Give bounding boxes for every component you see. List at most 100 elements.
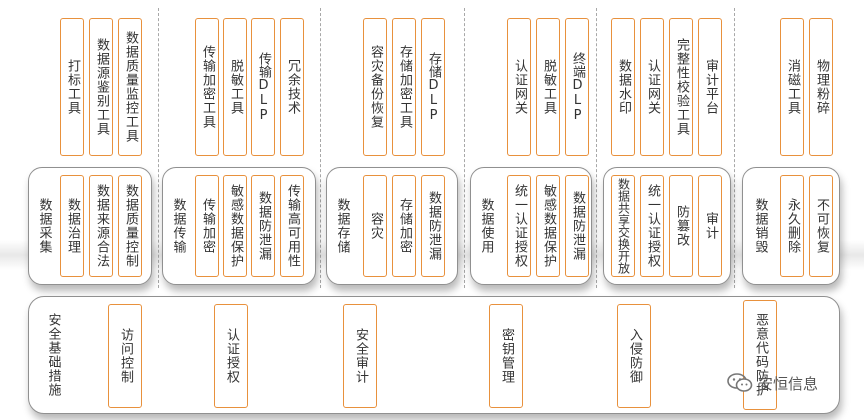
control-label: 数据质量控制: [123, 184, 138, 268]
foundation-item-label: 访问控制: [118, 328, 133, 384]
foundation-item: 访问控制: [108, 304, 142, 408]
tool-label: 认证网关: [645, 59, 660, 115]
control-label: 不可恢复: [814, 198, 829, 254]
phase-label: 数据使用: [478, 198, 494, 254]
control-box: 统一认证授权: [507, 175, 531, 277]
tool-box: 存储加密工具: [392, 18, 416, 156]
control-label: 数据治理: [65, 198, 80, 254]
tool-label: 冗余技术: [285, 59, 300, 115]
foundation-item: 认证授权: [214, 304, 248, 408]
tool-label: 存储DLP: [426, 51, 441, 123]
control-label: 数据防泄漏: [570, 191, 585, 261]
foundation-panel: [28, 296, 840, 414]
tool-label: 数据源鉴别工具: [94, 38, 109, 136]
control-label: 数据来源合法: [94, 184, 109, 268]
tool-label: 终端DLP: [570, 51, 585, 123]
foundation-label: 安全基础措施: [45, 313, 61, 397]
tool-label: 认证网关: [512, 59, 527, 115]
control-label: 敏感数据保护: [228, 184, 243, 268]
tool-box: 冗余技术: [280, 18, 304, 156]
phase-label: 数据存储: [334, 198, 350, 254]
phase-label: 数据采集: [36, 198, 52, 254]
control-box: 防篡改: [669, 175, 693, 277]
control-box: 数据共享交换开放: [611, 175, 635, 277]
watermark-text: 安恒信息: [758, 374, 819, 393]
tool-label: 传输DLP: [256, 51, 271, 123]
control-label: 传输加密: [200, 198, 215, 254]
control-box: 数据来源合法: [89, 175, 113, 277]
tool-box: 认证网关: [507, 18, 531, 156]
tool-box: 传输DLP: [251, 18, 275, 156]
tool-label: 数据水印: [616, 59, 631, 115]
control-label: 统一认证授权: [512, 184, 527, 268]
tool-label: 传输加密工具: [200, 45, 215, 129]
control-box: 不可恢复: [809, 175, 833, 277]
control-box: 数据防泄漏: [421, 175, 445, 277]
control-box: 容灾: [363, 175, 387, 277]
tool-label: 物理粉碎: [814, 59, 829, 115]
control-label: 容灾: [368, 212, 383, 240]
control-label: 数据防泄漏: [256, 191, 271, 261]
foundation-item-label: 安全审计: [353, 328, 368, 384]
tool-box: 数据质量监控工具: [118, 18, 142, 156]
control-label: 永久删除: [785, 198, 800, 254]
foundation-item-label: 密钥管理: [499, 328, 514, 384]
column-divider: [596, 8, 597, 288]
control-box: 数据防泄漏: [251, 175, 275, 277]
phase-label: 数据传输: [170, 198, 186, 254]
tool-box: 打标工具: [60, 18, 84, 156]
tool-label: 完整性校验工具: [674, 38, 689, 136]
control-label: 防篡改: [674, 205, 689, 247]
control-label: 敏感数据保护: [541, 184, 556, 268]
control-box: 敏感数据保护: [223, 175, 247, 277]
tool-box: 存储DLP: [421, 18, 445, 156]
control-label: 审计: [703, 212, 718, 240]
control-box: 统一认证授权: [640, 175, 664, 277]
tool-label: 脱敏工具: [541, 59, 556, 115]
control-label: 数据防泄漏: [426, 191, 441, 261]
control-label: 数据共享交换开放: [616, 178, 631, 274]
tool-box: 完整性校验工具: [669, 18, 693, 156]
tool-box: 数据源鉴别工具: [89, 18, 113, 156]
tool-box: 传输加密工具: [195, 18, 219, 156]
control-box: 传输高可用性: [280, 175, 304, 277]
control-box: 敏感数据保护: [536, 175, 560, 277]
foundation-item: 密钥管理: [489, 304, 523, 408]
column-divider: [158, 8, 159, 288]
tool-box: 认证网关: [640, 18, 664, 156]
foundation-item: 入侵防御: [617, 304, 651, 408]
tool-label: 消磁工具: [785, 59, 800, 115]
tool-label: 容灾备份恢复: [368, 45, 383, 129]
column-divider: [320, 8, 321, 288]
foundation-item: 安全审计: [343, 304, 377, 408]
control-label: 存储加密: [397, 198, 412, 254]
tool-label: 存储加密工具: [397, 45, 412, 129]
foundation-item-label: 入侵防御: [627, 328, 642, 384]
foundation-item-label: 认证授权: [224, 328, 239, 384]
watermark: 安恒信息: [727, 372, 818, 394]
tool-label: 审计平台: [703, 59, 718, 115]
control-box: 数据防泄漏: [565, 175, 589, 277]
control-box: 数据治理: [60, 175, 84, 277]
control-box: 数据质量控制: [118, 175, 142, 277]
tool-label: 脱敏工具: [228, 59, 243, 115]
tool-box: 终端DLP: [565, 18, 589, 156]
control-label: 传输高可用性: [285, 184, 300, 268]
column-divider: [464, 8, 465, 288]
wechat-icon: [727, 372, 753, 394]
tool-box: 脱敏工具: [223, 18, 247, 156]
control-box: 存储加密: [392, 175, 416, 277]
tool-box: 数据水印: [611, 18, 635, 156]
column-divider: [734, 8, 735, 288]
tool-box: 消磁工具: [780, 18, 804, 156]
phase-label: 数据销毁: [752, 198, 768, 254]
tool-box: 脱敏工具: [536, 18, 560, 156]
tool-box: 审计平台: [698, 18, 722, 156]
tool-label: 数据质量监控工具: [123, 31, 138, 143]
tool-box: 物理粉碎: [809, 18, 833, 156]
control-box: 审计: [698, 175, 722, 277]
tool-label: 打标工具: [65, 59, 80, 115]
control-label: 统一认证授权: [645, 184, 660, 268]
control-box: 传输加密: [195, 175, 219, 277]
control-box: 永久删除: [780, 175, 804, 277]
